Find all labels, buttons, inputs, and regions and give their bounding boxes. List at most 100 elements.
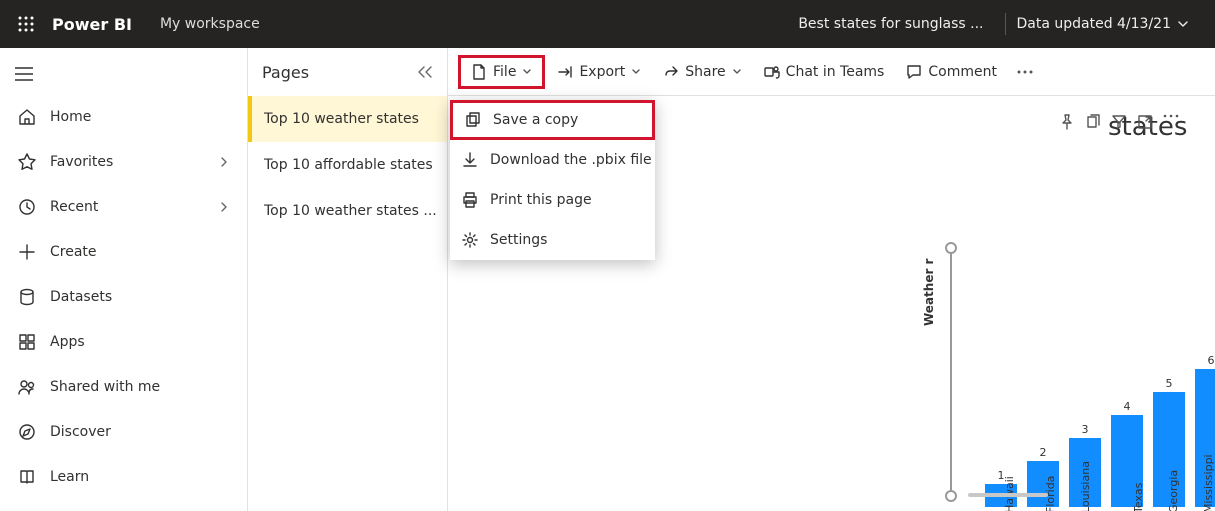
left-nav: Home Favorites Recent Create Datasets A xyxy=(0,48,248,511)
chevron-right-icon xyxy=(219,202,229,212)
nav-datasets[interactable]: Datasets xyxy=(0,274,247,319)
nav-create[interactable]: Create xyxy=(0,229,247,274)
file-button[interactable]: File xyxy=(458,55,545,89)
nav-collapse-button[interactable] xyxy=(0,54,48,94)
menu-label: Save a copy xyxy=(493,112,578,128)
menu-download[interactable]: Download the .pbix file xyxy=(450,140,655,180)
bar[interactable]: 5 Georgia xyxy=(1152,377,1186,511)
nav-item-label: Create xyxy=(50,244,247,260)
bar[interactable]: 2Florida xyxy=(1026,446,1060,511)
nav-item-label: Favorites xyxy=(50,154,205,170)
bar-value-label: 5 xyxy=(1166,377,1173,390)
nav-recent[interactable]: Recent xyxy=(0,184,247,229)
pages-title: Pages xyxy=(262,63,417,82)
teams-label: Chat in Teams xyxy=(786,64,885,80)
page-item[interactable]: Top 10 weather states xyxy=(248,96,447,142)
app-header: Power BI My workspace Best states for su… xyxy=(0,0,1215,48)
export-label: Export xyxy=(579,64,625,80)
apps-icon xyxy=(18,333,36,351)
menu-settings[interactable]: Settings xyxy=(450,220,655,260)
filter-icon[interactable] xyxy=(1111,114,1127,130)
chevron-down-icon xyxy=(732,67,742,77)
teams-icon xyxy=(764,64,780,80)
y-axis-handle-top[interactable] xyxy=(945,242,957,254)
pin-icon[interactable] xyxy=(1059,114,1075,130)
report-title[interactable]: Best states for sunglass ... xyxy=(798,16,983,32)
nav-learn[interactable]: Learn xyxy=(0,454,247,499)
chevron-down-icon xyxy=(631,67,641,77)
data-updated-label: Data updated 4/13/21 xyxy=(1016,16,1171,32)
share-button[interactable]: Share xyxy=(653,55,751,89)
page-item-label: Top 10 weather states xyxy=(264,111,419,127)
book-icon xyxy=(18,468,36,486)
chevron-down-icon xyxy=(522,67,532,77)
divider xyxy=(1005,13,1006,35)
nav-item-label: Recent xyxy=(50,199,205,215)
page-item[interactable]: Top 10 weather states ... xyxy=(248,188,447,234)
file-label: File xyxy=(493,64,516,80)
menu-print[interactable]: Print this page xyxy=(450,180,655,220)
nav-shared[interactable]: Shared with me xyxy=(0,364,247,409)
pages-collapse-button[interactable] xyxy=(417,65,433,79)
nav-apps[interactable]: Apps xyxy=(0,319,247,364)
report-toolbar: File Export Share Chat in Teams Comment xyxy=(448,48,1215,96)
bar[interactable]: 6Mississippi xyxy=(1194,354,1215,511)
x-tick-label: Georgia xyxy=(1167,470,1180,511)
x-tick-label: Louisiana xyxy=(1079,461,1092,511)
nav-item-label: Datasets xyxy=(50,289,247,305)
page-item-label: Top 10 affordable states xyxy=(264,157,433,173)
visual-actions xyxy=(1059,114,1179,130)
download-icon xyxy=(462,152,478,168)
share-label: Share xyxy=(685,64,725,80)
bar-value-label: 4 xyxy=(1124,400,1131,413)
database-icon xyxy=(18,288,36,306)
menu-save-copy[interactable]: Save a copy xyxy=(450,100,655,140)
nav-favorites[interactable]: Favorites xyxy=(0,139,247,184)
nav-item-label: Shared with me xyxy=(50,379,247,395)
nav-discover[interactable]: Discover xyxy=(0,409,247,454)
chevron-right-icon xyxy=(219,157,229,167)
page-item-label: Top 10 weather states ... xyxy=(264,203,437,219)
star-icon xyxy=(18,153,36,171)
gear-icon xyxy=(462,232,478,248)
copy-icon[interactable] xyxy=(1085,114,1101,130)
data-updated-button[interactable]: Data updated 4/13/21 xyxy=(1016,16,1209,32)
plus-icon xyxy=(18,243,36,261)
comment-icon xyxy=(906,64,922,80)
home-icon xyxy=(18,108,36,126)
comment-button[interactable]: Comment xyxy=(896,55,1007,89)
page-item[interactable]: Top 10 affordable states xyxy=(248,142,447,188)
share-icon xyxy=(663,64,679,80)
file-menu: Save a copy Download the .pbix file Prin… xyxy=(450,100,655,260)
nav-item-label: Apps xyxy=(50,334,247,350)
file-icon xyxy=(471,64,487,80)
bar-value-label: 3 xyxy=(1082,423,1089,436)
export-button[interactable]: Export xyxy=(547,55,651,89)
bar-chart[interactable]: 1Hawaii2Florida3Louisiana4Texas5Georgia6… xyxy=(984,256,1215,511)
teams-button[interactable]: Chat in Teams xyxy=(754,55,895,89)
menu-label: Settings xyxy=(490,232,547,248)
pages-panel: Pages Top 10 weather states Top 10 affor… xyxy=(248,48,448,511)
compass-icon xyxy=(18,423,36,441)
print-icon xyxy=(462,192,478,208)
bar-value-label: 2 xyxy=(1040,446,1047,459)
content-area: File Export Share Chat in Teams Comment xyxy=(448,48,1215,511)
focus-icon[interactable] xyxy=(1137,114,1153,130)
save-copy-icon xyxy=(465,112,481,128)
y-axis-scroll-track[interactable] xyxy=(950,246,952,496)
workspace-label[interactable]: My workspace xyxy=(160,16,260,32)
nav-item-label: Learn xyxy=(50,469,247,485)
nav-home[interactable]: Home xyxy=(0,94,247,139)
toolbar-more-button[interactable] xyxy=(1009,55,1041,89)
export-icon xyxy=(557,64,573,80)
more-icon[interactable] xyxy=(1163,114,1179,130)
people-icon xyxy=(18,378,36,396)
menu-label: Download the .pbix file xyxy=(490,152,652,168)
clock-icon xyxy=(18,198,36,216)
horizontal-scrollbar[interactable] xyxy=(908,493,1208,499)
chevron-down-icon xyxy=(1177,18,1189,30)
brand-label[interactable]: Power BI xyxy=(52,15,132,34)
app-launcher-icon[interactable] xyxy=(6,4,46,44)
nav-item-label: Home xyxy=(50,109,247,125)
bar[interactable]: 1Hawaii xyxy=(984,469,1018,511)
